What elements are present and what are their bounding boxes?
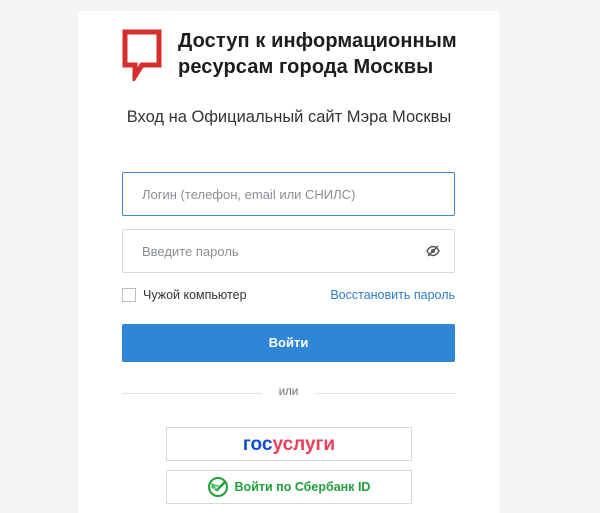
foreign-computer-label[interactable]: Чужой компьютер xyxy=(143,288,247,302)
remember-row: Чужой компьютер Восстановить пароль xyxy=(122,288,455,304)
login-input[interactable] xyxy=(123,173,454,215)
gosuslugi-logo-part2: услуги xyxy=(272,434,336,455)
sber-button-label: Войти по Сбербанк ID xyxy=(234,480,371,494)
password-input[interactable] xyxy=(123,230,454,272)
gosuslugi-logo: госуслуги xyxy=(243,434,335,456)
sber-button-content: Войти по Сбербанк ID xyxy=(207,471,371,503)
password-field[interactable] xyxy=(122,229,455,273)
or-divider: или xyxy=(122,386,455,398)
foreign-computer-checkbox[interactable] xyxy=(122,288,136,302)
page-subtitle: Вход на Официальный сайт Мэра Москвы xyxy=(126,108,452,126)
gosuslugi-button[interactable]: госуслуги xyxy=(166,427,412,461)
brand-title: Доступ к информационным ресурсам города … xyxy=(178,30,457,78)
sber-id-button[interactable]: Войти по Сбербанк ID xyxy=(166,470,412,504)
divider-line-right xyxy=(315,393,455,394)
login-card: Доступ к информационным ресурсам города … xyxy=(78,11,499,513)
restore-password-link[interactable]: Восстановить пароль xyxy=(330,288,455,302)
mos-logo-icon xyxy=(122,29,162,81)
login-button[interactable]: Войти xyxy=(122,324,455,362)
login-field[interactable] xyxy=(122,172,455,216)
sber-logo-icon xyxy=(207,477,228,497)
gosuslugi-logo-part1: гос xyxy=(242,434,273,455)
eye-hidden-icon[interactable] xyxy=(426,245,440,257)
divider-text: или xyxy=(278,386,299,398)
